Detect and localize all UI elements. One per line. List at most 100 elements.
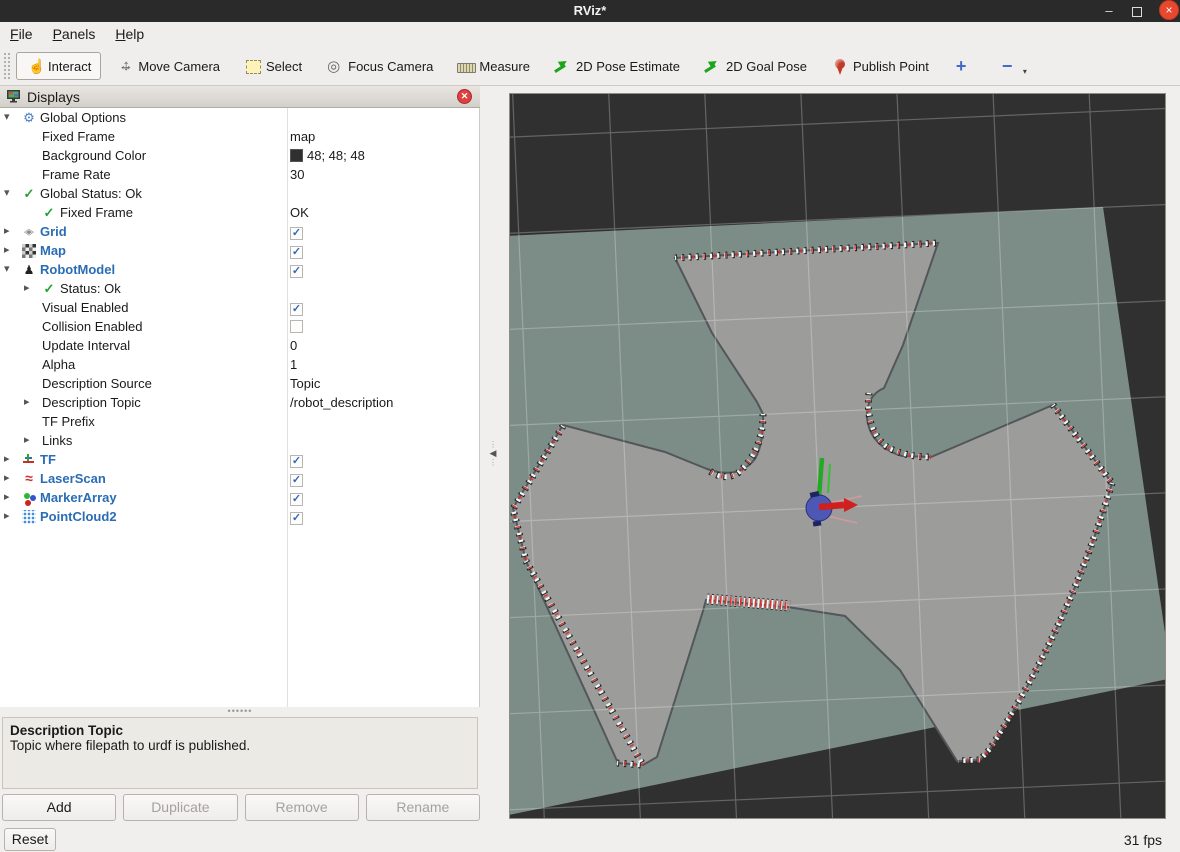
tree-row-fixed-frame[interactable]: Fixed Framemap: [0, 127, 479, 146]
displays-panel-header[interactable]: Displays ✕: [0, 86, 480, 108]
tree-row-frame-rate[interactable]: Frame Rate30: [0, 165, 479, 184]
expander-open-icon[interactable]: ▾: [4, 260, 16, 279]
row-value[interactable]: ✓: [290, 222, 303, 241]
tree-row-description-source[interactable]: Description SourceTopic: [0, 374, 479, 393]
checkbox-checked[interactable]: ✓: [290, 265, 303, 278]
tool-label: 2D Goal Pose: [726, 59, 807, 74]
row-value[interactable]: 1: [290, 355, 297, 374]
tool-label: Measure: [479, 59, 530, 74]
tool-label: Move Camera: [138, 59, 220, 74]
tree-row-links[interactable]: ▸Links: [0, 431, 479, 450]
tree-row-robotmodel[interactable]: ▾RobotModel✓: [0, 260, 479, 279]
tree-row-markerarray[interactable]: ▸ MarkerArray ✓: [0, 488, 479, 507]
tree-row-description-topic[interactable]: ▸Description Topic/robot_description: [0, 393, 479, 412]
tool-2d-goal-pose[interactable]: 2D Goal Pose: [695, 52, 816, 80]
panel-splitter[interactable]: ••••••: [0, 707, 480, 717]
row-value[interactable]: ✓: [290, 450, 303, 469]
tool-plus-tool[interactable]: [944, 52, 984, 80]
checkbox-checked[interactable]: ✓: [290, 493, 303, 506]
checkbox-checked[interactable]: ✓: [290, 455, 303, 468]
expander-closed-icon[interactable]: ▸: [24, 279, 36, 298]
row-value[interactable]: /robot_description: [290, 393, 393, 412]
tool-2d-pose-estimate[interactable]: 2D Pose Estimate: [545, 52, 689, 80]
tool-focus-camera[interactable]: Focus Camera: [317, 52, 442, 80]
tree-row-visual-enabled[interactable]: Visual Enabled✓: [0, 298, 479, 317]
close-button[interactable]: ×: [1159, 0, 1179, 20]
row-value[interactable]: ✓: [290, 260, 303, 279]
minimize-button[interactable]: –: [1100, 3, 1118, 19]
expander-closed-icon[interactable]: ▸: [24, 393, 36, 412]
tool-label: Select: [266, 59, 302, 74]
tool-minus-tool[interactable]: ▾: [990, 52, 1036, 80]
move-icon: [116, 58, 134, 75]
menu-panels[interactable]: Panels: [43, 22, 106, 42]
expander-closed-icon[interactable]: ▸: [4, 241, 16, 260]
checkbox-checked[interactable]: ✓: [290, 512, 303, 525]
checkbox-checked[interactable]: ✓: [290, 474, 303, 487]
tree-row-update-interval[interactable]: Update Interval0: [0, 336, 479, 355]
row-label: MarkerArray: [40, 488, 117, 507]
tree-row-collision-enabled[interactable]: Collision Enabled: [0, 317, 479, 336]
expander-open-icon[interactable]: ▾: [4, 184, 16, 203]
row-value[interactable]: 30: [290, 165, 304, 184]
titlebar[interactable]: RViz* – ×: [0, 0, 1180, 22]
checkbox-unchecked[interactable]: [290, 320, 303, 333]
tool-move-camera[interactable]: Move Camera: [107, 52, 229, 80]
row-value[interactable]: [290, 317, 303, 338]
row-value[interactable]: 0: [290, 336, 297, 355]
laser-icon: [22, 472, 36, 486]
add-button[interactable]: Add: [2, 794, 116, 821]
menu-help[interactable]: Help: [105, 22, 154, 42]
displays-close-icon[interactable]: ✕: [457, 89, 472, 104]
tree-row-global-status-ok[interactable]: ▾Global Status: Ok: [0, 184, 479, 203]
expander-closed-icon[interactable]: ▸: [24, 431, 36, 450]
tree-row-tf[interactable]: ▸TF✓: [0, 450, 479, 469]
remove-button: Remove: [245, 794, 359, 821]
tree-row-alpha[interactable]: Alpha1: [0, 355, 479, 374]
tree-row-fixed-frame[interactable]: Fixed FrameOK: [0, 203, 479, 222]
row-label: Map: [40, 241, 66, 260]
tree-row-background-color[interactable]: Background Color 48; 48; 48: [0, 146, 479, 165]
row-value[interactable]: ✓: [290, 241, 303, 260]
tree-row-tf-prefix[interactable]: TF Prefix: [0, 412, 479, 431]
tool-interact[interactable]: Interact: [16, 52, 101, 80]
row-value[interactable]: ✓: [290, 488, 303, 507]
tree-row-grid[interactable]: ▸Grid✓: [0, 222, 479, 241]
duplicate-button: Duplicate: [123, 794, 237, 821]
row-value[interactable]: ✓: [290, 469, 303, 488]
maximize-button[interactable]: [1128, 5, 1146, 21]
rename-button: Rename: [366, 794, 480, 821]
row-value[interactable]: ✓: [290, 507, 303, 526]
row-label: Background Color: [42, 146, 146, 165]
menu-file[interactable]: File: [0, 22, 43, 42]
expander-closed-icon[interactable]: ▸: [4, 507, 16, 526]
tree-row-global-options[interactable]: ▾Global Options: [0, 108, 479, 127]
row-value[interactable]: Topic: [290, 374, 320, 393]
row-value[interactable]: map: [290, 127, 315, 146]
panel-collapse-handle[interactable]: ⋮ ◀ ⋮: [486, 440, 500, 467]
toolbar-drag-handle[interactable]: [4, 53, 10, 79]
row-label: Status: Ok: [60, 279, 121, 298]
expander-open-icon[interactable]: ▾: [4, 108, 16, 127]
tree-row-pointcloud2[interactable]: ▸PointCloud2✓: [0, 507, 479, 526]
expander-closed-icon[interactable]: ▸: [4, 222, 16, 241]
expander-closed-icon[interactable]: ▸: [4, 488, 16, 507]
checkbox-checked[interactable]: ✓: [290, 303, 303, 316]
tree-row-status-ok[interactable]: ▸ Status: Ok: [0, 279, 479, 298]
dropdown-caret-icon[interactable]: ▾: [1023, 67, 1027, 76]
pose-icon: [704, 58, 722, 75]
3d-viewport[interactable]: [510, 94, 1165, 818]
checkbox-checked[interactable]: ✓: [290, 227, 303, 240]
expander-closed-icon[interactable]: ▸: [4, 469, 16, 488]
tool-select[interactable]: Select: [235, 52, 311, 80]
checkbox-checked[interactable]: ✓: [290, 246, 303, 259]
tree-row-laserscan[interactable]: ▸ LaserScan ✓: [0, 469, 479, 488]
expander-closed-icon[interactable]: ▸: [4, 450, 16, 469]
tool-publish-point[interactable]: Publish Point: [822, 52, 938, 80]
row-value[interactable]: 48; 48; 48: [290, 146, 365, 165]
row-label: LaserScan: [40, 469, 106, 488]
tool-measure[interactable]: Measure: [448, 52, 539, 80]
reset-button[interactable]: Reset: [4, 828, 56, 851]
tree-row-map[interactable]: ▸ Map ✓: [0, 241, 479, 260]
row-value[interactable]: ✓: [290, 298, 303, 317]
